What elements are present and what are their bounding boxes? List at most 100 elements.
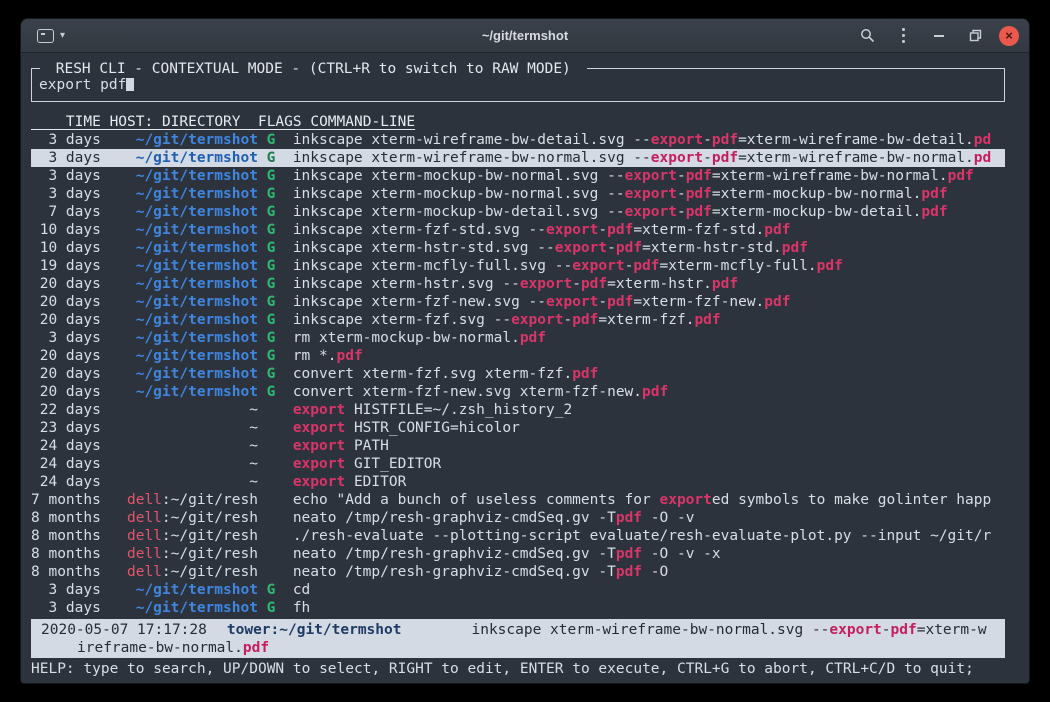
history-row[interactable]: 23 days~export HSTR_CONFIG=hicolor bbox=[31, 419, 1005, 437]
match-highlight: pd bbox=[974, 132, 991, 148]
match-highlight: pdf bbox=[572, 312, 598, 328]
entry-directory: ~/git/termshot bbox=[136, 132, 258, 148]
entry-directory: ~/git/termshot bbox=[136, 150, 258, 166]
history-row[interactable]: 3 days~/git/termshotGinkscape xterm-wire… bbox=[31, 149, 1005, 167]
history-row[interactable]: 20 days ~/git/termshot Ginkscape xterm-hst… bbox=[31, 275, 1005, 293]
history-row[interactable]: 7 days~/git/termshotGinkscape xterm-mock… bbox=[31, 203, 1005, 221]
entry-directory: ~/git/termshot bbox=[136, 204, 258, 220]
selected-entry-detail: 2020-05-07 17:17:28 tower:~/git/termshot… bbox=[31, 619, 1005, 658]
entry-host-directory: ~/git/termshot bbox=[110, 275, 258, 293]
entry-time: 3 days bbox=[31, 167, 101, 185]
entry-flags: G bbox=[267, 257, 276, 275]
entry-host-directory: dell:~/git/resh bbox=[110, 491, 258, 509]
entry-directory: ~/git/termshot bbox=[136, 294, 258, 310]
entry-flags bbox=[267, 491, 276, 509]
entry-host-directory: dell:~/git/resh bbox=[110, 509, 258, 527]
history-row[interactable]: 20 days~/git/termshotGinkscape xterm-fzf… bbox=[31, 293, 1005, 311]
menu-button[interactable] bbox=[891, 24, 915, 48]
entry-command: convert xterm-fzf.svg xterm-fzf.pdf bbox=[293, 365, 1005, 383]
detail-command-line1: inkscape xterm-wireframe-bw-normal.svg -… bbox=[471, 621, 986, 639]
entry-host-directory: ~/git/termshot bbox=[110, 347, 258, 365]
history-row[interactable]: 3 days~/git/termshotGrm xterm-mockup-bw-… bbox=[31, 329, 1005, 347]
match-highlight: pdf bbox=[243, 640, 269, 656]
history-row[interactable]: 8 monthsdell:~/git/reshneato /tmp/resh-g… bbox=[31, 563, 1005, 581]
entry-command: inkscape xterm-hstr.svg --export-pdf=xte… bbox=[293, 275, 1005, 293]
entry-flags bbox=[267, 455, 276, 473]
terminal-content[interactable]: RESH CLI - CONTEXTUAL MODE - (CTRL+R to … bbox=[21, 53, 1029, 684]
entry-flags bbox=[267, 473, 276, 491]
history-row[interactable]: 8 monthsdell:~/git/resh./resh-evaluate -… bbox=[31, 527, 1005, 545]
history-row[interactable]: 22 days~export HISTFILE=~/.zsh_history_2 bbox=[31, 401, 1005, 419]
match-highlight: export bbox=[293, 474, 345, 490]
entry-directory: :~/git/resh bbox=[162, 492, 258, 508]
entry-command: inkscape xterm-mockup-bw-normal.svg --ex… bbox=[293, 185, 1005, 203]
entry-host-directory: ~/git/termshot bbox=[110, 257, 258, 275]
search-icon bbox=[860, 28, 875, 43]
entry-host-directory: ~/git/termshot bbox=[110, 149, 258, 167]
entry-flags: G bbox=[267, 311, 276, 329]
history-row[interactable]: 3 days~/git/termshotGinkscape xterm-mock… bbox=[31, 167, 1005, 185]
entry-directory: :~/git/resh bbox=[162, 528, 258, 544]
history-row[interactable]: 20 days~/git/termshotGrm *.pdf bbox=[31, 347, 1005, 365]
search-button[interactable] bbox=[855, 24, 879, 48]
entry-command: inkscape xterm-wireframe-bw-detail.svg -… bbox=[293, 131, 1005, 149]
match-highlight: pd bbox=[974, 150, 991, 166]
match-highlight: pdf bbox=[633, 258, 659, 274]
entry-command: export HSTR_CONFIG=hicolor bbox=[293, 419, 1005, 437]
history-row[interactable]: 24 days~export GIT_EDITOR bbox=[31, 455, 1005, 473]
minimize-button[interactable] bbox=[927, 24, 951, 48]
history-row[interactable]: 19 days~/git/termshotGinkscape xterm-mcf… bbox=[31, 257, 1005, 275]
history-row[interactable]: 7 monthsdell:~/git/reshecho "Add a bunch… bbox=[31, 491, 1005, 509]
entry-command: rm xterm-mockup-bw-normal.pdf bbox=[293, 329, 1005, 347]
history-row[interactable]: 20 days~/git/termshotGconvert xterm-fzf-… bbox=[31, 383, 1005, 401]
history-row[interactable]: 20 days~/git/termshotGinkscape xterm-fzf… bbox=[31, 311, 1005, 329]
match-highlight: pdf bbox=[891, 622, 917, 638]
history-row[interactable]: 20 days~/git/termshotGconvert xterm-fzf.… bbox=[31, 365, 1005, 383]
entry-directory: ~ bbox=[249, 420, 258, 436]
entry-flags: G bbox=[267, 383, 276, 401]
entry-time: 22 days bbox=[31, 401, 101, 419]
minimize-icon bbox=[934, 35, 944, 37]
history-row[interactable]: 24 days~export PATH bbox=[31, 437, 1005, 455]
entry-flags: G bbox=[267, 185, 276, 203]
new-terminal-button[interactable]: ▾ bbox=[31, 26, 71, 46]
history-row[interactable]: 3 days~/git/termshotGfh bbox=[31, 599, 1005, 617]
history-row[interactable]: 3 days~/git/termshotGcd bbox=[31, 581, 1005, 599]
titlebar[interactable]: ▾ ~/git/termshot bbox=[21, 19, 1029, 53]
entry-command: neato /tmp/resh-graphviz-cmdSeq.gv -Tpdf… bbox=[293, 563, 1005, 581]
match-highlight: pdf bbox=[921, 186, 947, 202]
entry-flags: G bbox=[267, 239, 276, 257]
entry-time: 8 months bbox=[31, 545, 101, 563]
chevron-down-icon: ▾ bbox=[60, 31, 65, 41]
entry-flags: G bbox=[267, 275, 276, 293]
match-highlight: export bbox=[625, 168, 677, 184]
entry-flags: G bbox=[267, 149, 276, 167]
history-row[interactable]: 8 monthsdell:~/git/reshneato /tmp/resh-g… bbox=[31, 509, 1005, 527]
entry-host-directory: ~/git/termshot bbox=[110, 293, 258, 311]
entry-command: export HISTFILE=~/.zsh_history_2 bbox=[293, 401, 1005, 419]
list-header: TIME HOST: DIRECTORY FLAGS COMMAND-LINE bbox=[31, 113, 1005, 131]
history-row[interactable]: 10 days~/git/termshotGinkscape xterm-hst… bbox=[31, 239, 1005, 257]
entry-command: ./resh-evaluate --plotting-script evalua… bbox=[293, 527, 1005, 545]
entry-directory: ~/git/termshot bbox=[136, 582, 258, 598]
history-list: 3 days ~/git/termshot Ginkscape xterm-wire… bbox=[31, 131, 1005, 617]
close-button[interactable]: × bbox=[999, 26, 1019, 46]
history-row[interactable]: 10 days~/git/termshotGinkscape xterm-fzf… bbox=[31, 221, 1005, 239]
entry-host: dell bbox=[127, 510, 162, 526]
entry-host-directory: ~ bbox=[110, 437, 258, 455]
entry-time: 24 days bbox=[31, 437, 101, 455]
restore-button[interactable] bbox=[963, 24, 987, 48]
history-row[interactable]: 3 days~/git/termshotGinkscape xterm-mock… bbox=[31, 185, 1005, 203]
search-query-text: export pdf bbox=[39, 77, 126, 93]
entry-time: 8 months bbox=[31, 563, 101, 581]
entry-command: fh bbox=[293, 599, 1005, 617]
entry-time: 3 days bbox=[31, 599, 101, 617]
entry-command: cd bbox=[293, 581, 1005, 599]
kebab-menu-icon bbox=[902, 28, 905, 43]
entry-time: 20 days bbox=[31, 275, 101, 293]
history-row[interactable]: 8 monthsdell:~/git/reshneato /tmp/resh-g… bbox=[31, 545, 1005, 563]
entry-time: 10 days bbox=[31, 239, 101, 257]
history-row[interactable]: 24 days~export EDITOR bbox=[31, 473, 1005, 491]
entry-command: neato /tmp/resh-graphviz-cmdSeq.gv -Tpdf… bbox=[293, 545, 1005, 563]
history-row[interactable]: 3 days~/git/termshotGinkscape xterm-wire… bbox=[31, 131, 1005, 149]
